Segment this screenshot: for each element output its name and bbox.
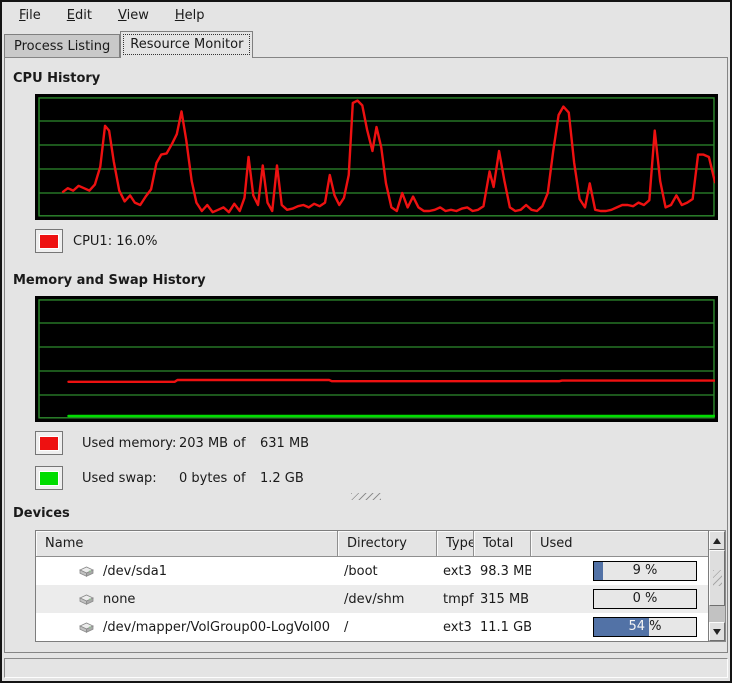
table-row[interactable]: /dev/sda1 /boot ext3 98.3 MB 9 % 9 %	[36, 557, 708, 585]
device-type: ext3	[437, 613, 474, 641]
device-total: 98.3 MB	[474, 557, 531, 585]
column-header-used[interactable]: Used	[531, 531, 708, 557]
memory-swap-title: Memory and Swap History	[13, 273, 727, 288]
status-bar	[4, 658, 728, 678]
usage-progress-bar: 54 % 54 %	[593, 617, 697, 637]
cpu-history-title: CPU History	[13, 71, 727, 86]
device-total: 315 MB	[474, 585, 531, 613]
devices-title: Devices	[13, 506, 727, 521]
devices-table-grid: Name Directory Type Total Used /	[35, 530, 709, 642]
scrollbar-thumb[interactable]	[709, 550, 725, 606]
memory-swap-graph	[35, 296, 718, 422]
usage-progress-bar: 9 % 9 %	[593, 561, 697, 581]
cpu1-usage-label: CPU1: 16.0%	[73, 234, 158, 249]
devices-table-header: Name Directory Type Total Used	[36, 531, 708, 557]
used-swap-color-swatch[interactable]	[35, 466, 63, 490]
disk-icon	[78, 565, 95, 578]
column-header-type[interactable]: Type	[437, 531, 474, 557]
menu-file[interactable]: File	[6, 4, 54, 28]
device-type: tmpfs	[437, 585, 474, 613]
device-name: /dev/mapper/VolGroup00-LogVol00	[103, 620, 330, 635]
disk-icon	[78, 593, 95, 606]
usage-percent-label: 0 %	[594, 590, 696, 608]
device-directory: /	[338, 613, 437, 641]
disk-icon	[78, 621, 95, 634]
used-memory-legend: Used memory: 203 MB of 631 MB	[35, 431, 727, 455]
scroll-down-button[interactable]	[709, 622, 725, 641]
used-swap-of: of	[233, 471, 260, 486]
tab-process-listing[interactable]: Process Listing	[4, 34, 120, 57]
usage-progress-bar: 0 % 0 %	[593, 589, 697, 609]
resource-monitor-page: CPU History CPU1: 16.0% Memory and Swap …	[4, 57, 728, 653]
used-swap-total: 1.2 GB	[260, 471, 304, 486]
menu-view[interactable]: View	[105, 4, 162, 28]
used-swap-color	[39, 471, 59, 486]
table-row[interactable]: none /dev/shm tmpfs 315 MB 0 % 0 %	[36, 585, 708, 613]
column-header-total[interactable]: Total	[474, 531, 531, 557]
menubar: File Edit View Help	[2, 2, 730, 30]
scrollbar-trough[interactable]	[709, 606, 725, 622]
scroll-up-button[interactable]	[709, 531, 725, 550]
used-swap-legend: Used swap: 0 bytes of 1.2 GB	[35, 466, 727, 490]
column-header-directory[interactable]: Directory	[338, 531, 437, 557]
table-row[interactable]: /dev/mapper/VolGroup00-LogVol00 / ext3 1…	[36, 613, 708, 641]
column-header-name[interactable]: Name	[36, 531, 338, 557]
table-scrollbar[interactable]	[709, 530, 726, 642]
usage-progress-fill: 9 %	[594, 562, 603, 580]
device-name: none	[103, 592, 135, 607]
device-directory: /dev/shm	[338, 585, 437, 613]
arrow-down-icon	[713, 629, 721, 635]
system-monitor-window: File Edit View Help Process Listing Reso…	[0, 0, 732, 683]
usage-progress-fill: 54 %	[594, 618, 649, 636]
used-memory-color-swatch[interactable]	[35, 431, 63, 455]
used-memory-value: 203 MB	[179, 436, 233, 451]
devices-table: Name Directory Type Total Used /	[35, 530, 726, 642]
cpu1-color	[39, 234, 59, 249]
used-memory-of: of	[233, 436, 260, 451]
pane-resize-grip[interactable]	[351, 493, 381, 500]
cpu-history-graph	[35, 94, 718, 220]
device-name: /dev/sda1	[103, 564, 167, 579]
used-swap-value: 0 bytes	[179, 471, 233, 486]
device-directory: /boot	[338, 557, 437, 585]
scrollbar-grip-icon	[713, 570, 722, 586]
menu-edit[interactable]: Edit	[54, 4, 105, 28]
usage-percent-label: 9 %	[594, 562, 696, 580]
cpu1-color-swatch[interactable]	[35, 229, 63, 253]
used-memory-label: Used memory:	[82, 436, 179, 451]
device-total: 11.1 GB	[474, 613, 531, 641]
cpu-legend: CPU1: 16.0%	[35, 229, 727, 253]
used-swap-label: Used swap:	[82, 471, 179, 486]
tab-bar: Process Listing Resource Monitor	[2, 30, 730, 57]
device-type: ext3	[437, 557, 474, 585]
tab-resource-monitor[interactable]: Resource Monitor	[120, 31, 253, 58]
arrow-up-icon	[713, 538, 721, 544]
menu-help[interactable]: Help	[162, 4, 218, 28]
used-memory-total: 631 MB	[260, 436, 309, 451]
used-memory-color	[39, 436, 59, 451]
